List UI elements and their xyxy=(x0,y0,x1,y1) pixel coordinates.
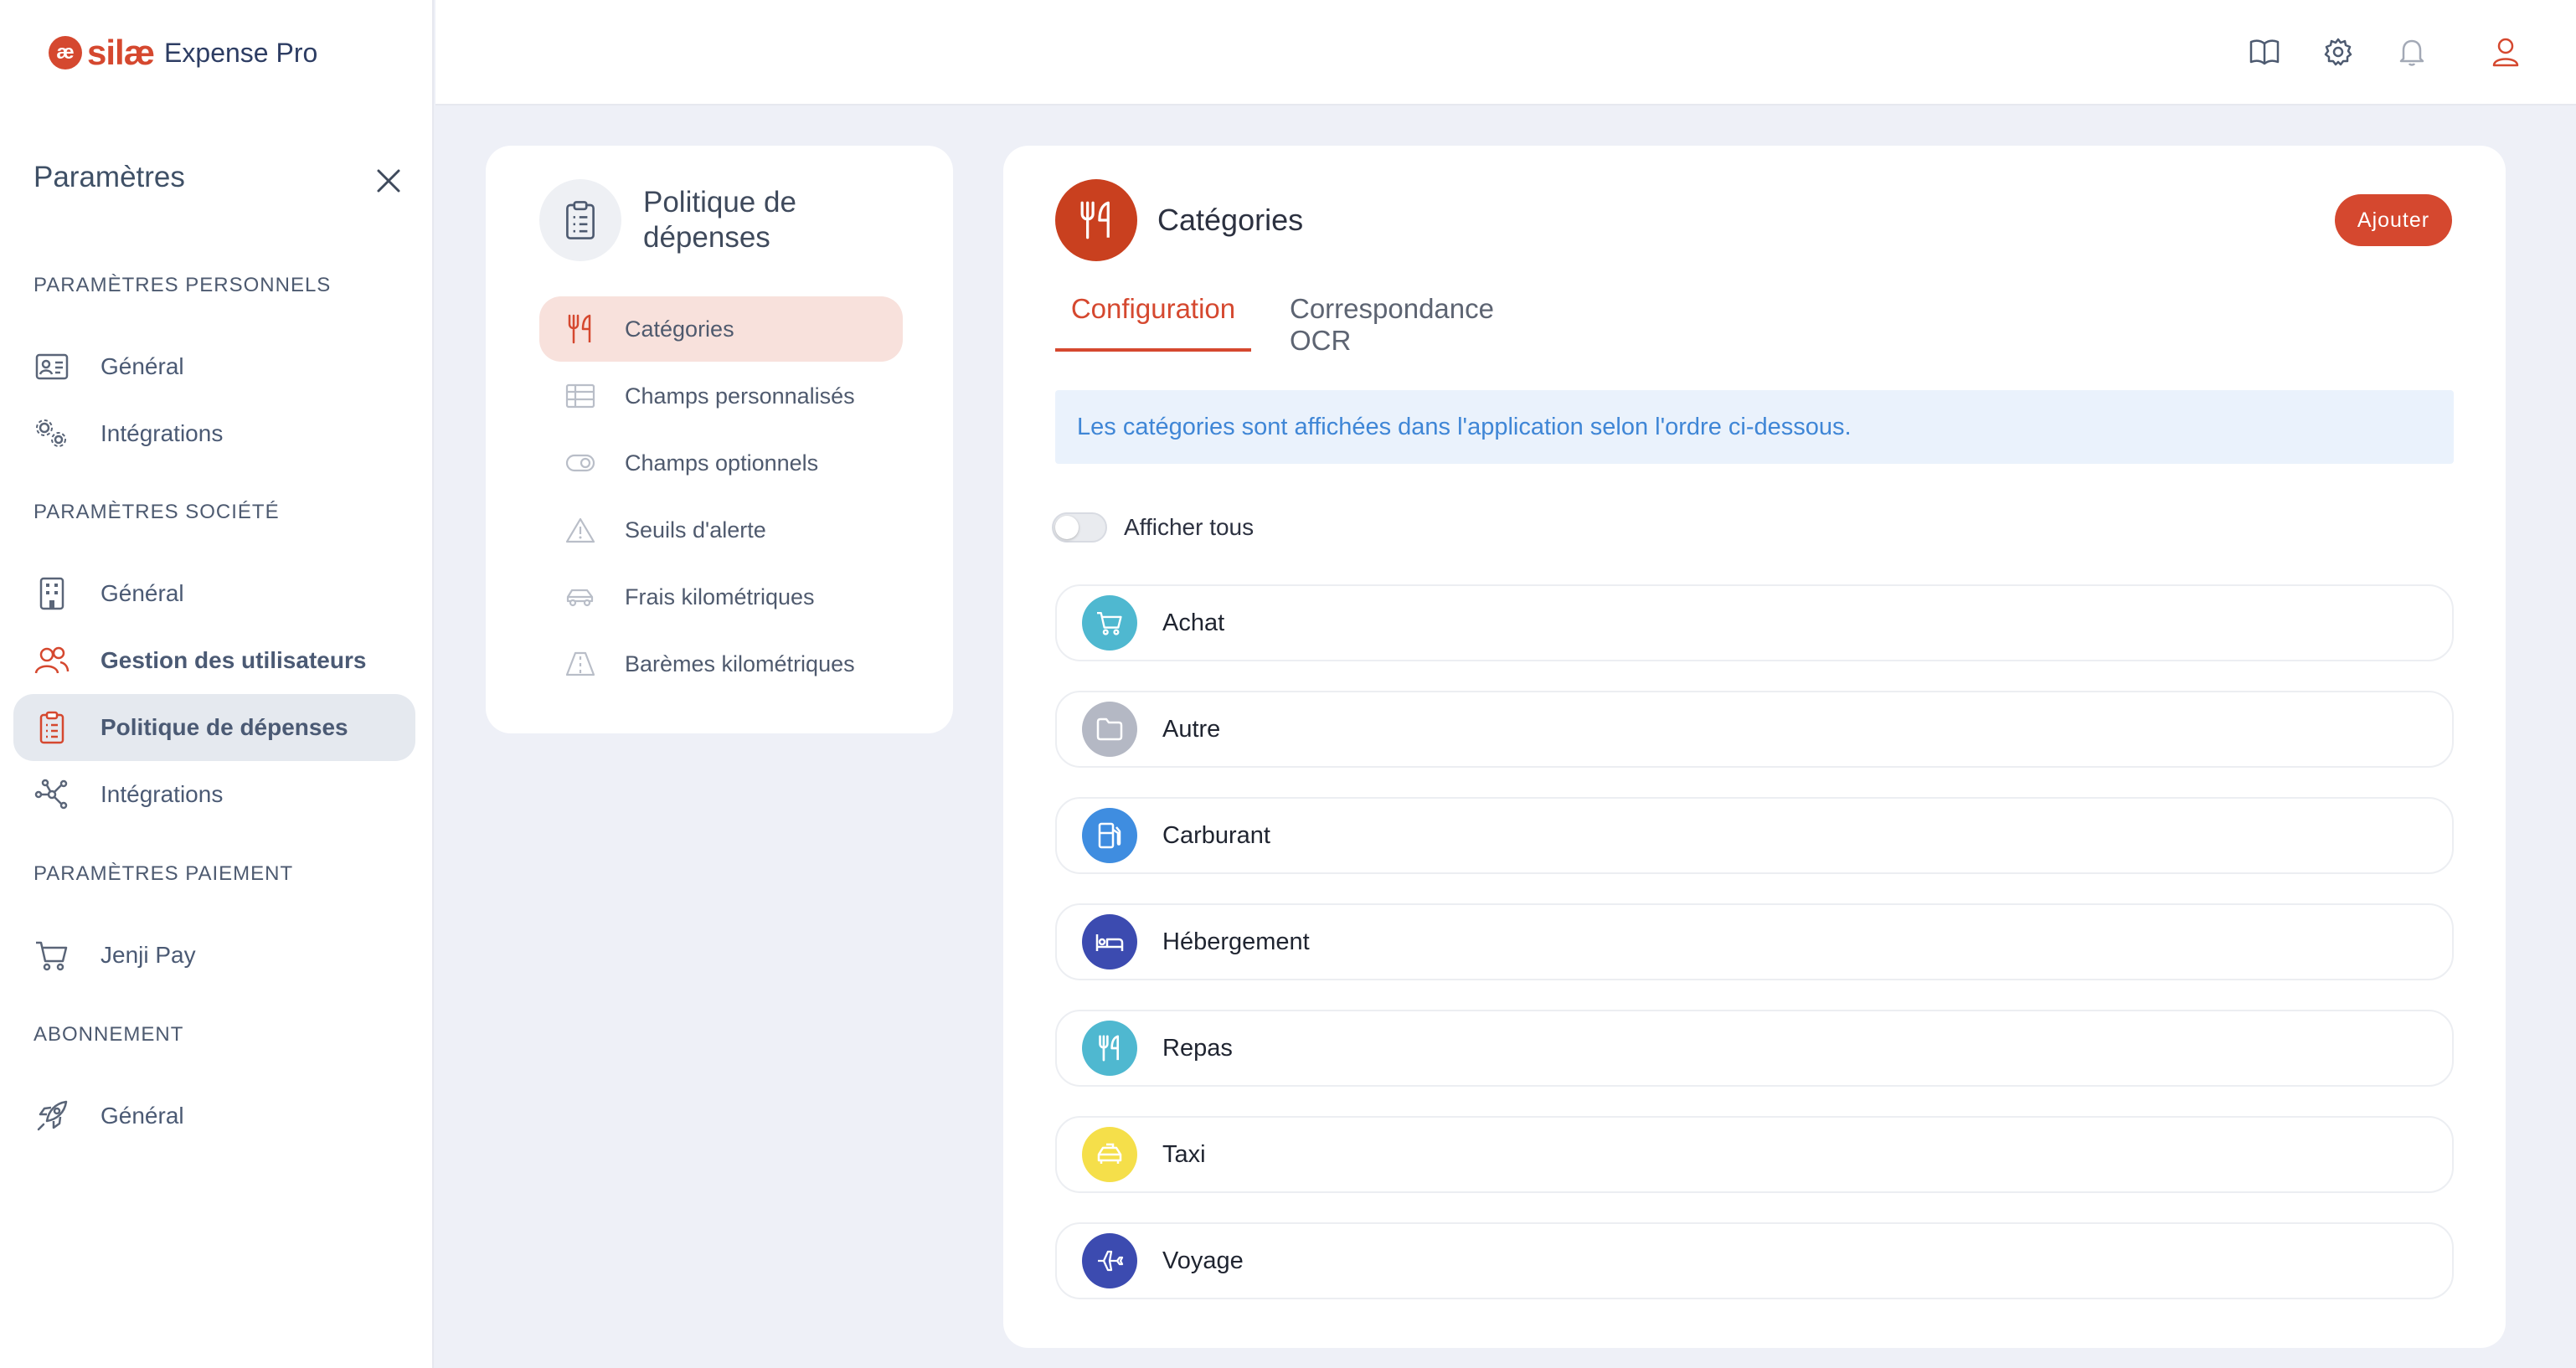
top-bar xyxy=(435,0,2576,105)
logo-mark: æ xyxy=(49,36,82,69)
policy-item-label: Catégories xyxy=(625,316,734,342)
fork-knife-icon xyxy=(1055,179,1137,261)
policy-item-label: Champs optionnels xyxy=(625,450,819,476)
sidebar-item-label: Gestion des utilisateurs xyxy=(100,647,367,673)
category-row-taxi[interactable]: Taxi xyxy=(1055,1116,2454,1193)
folder-icon xyxy=(1082,702,1137,757)
policy-item-mileage-scales[interactable]: Barèmes kilométriques xyxy=(539,631,903,697)
section-subscription: ABONNEMENT xyxy=(33,1023,184,1046)
plane-icon xyxy=(1082,1233,1137,1288)
fork-knife-icon xyxy=(1082,1021,1137,1076)
car-icon xyxy=(564,581,596,613)
policy-header: Politique de dépenses xyxy=(539,179,844,261)
sidebar-item-label: Intégrations xyxy=(100,420,224,446)
sidebar-item-label: Général xyxy=(100,580,184,606)
gear-icon[interactable] xyxy=(2320,33,2357,70)
policy-item-custom-fields[interactable]: Champs personnalisés xyxy=(539,363,903,429)
sidebar-item-personal-general[interactable]: Général xyxy=(13,333,415,400)
page-title: Catégories xyxy=(1157,203,1304,237)
category-row-repas[interactable]: Repas xyxy=(1055,1010,2454,1087)
section-personal-settings: PARAMÈTRES PERSONNELS xyxy=(33,274,332,296)
policy-item-categories[interactable]: Catégories xyxy=(539,296,903,362)
sidebar-item-user-management[interactable]: Gestion des utilisateurs xyxy=(13,627,415,694)
category-row-achat[interactable]: Achat xyxy=(1055,584,2454,661)
gears-icon xyxy=(33,415,70,452)
expense-policy-card: Politique de dépenses Catégories Champs … xyxy=(486,146,953,733)
category-label: Autre xyxy=(1162,715,1221,743)
show-all-label: Afficher tous xyxy=(1124,514,1255,540)
policy-item-label: Champs personnalisés xyxy=(625,383,855,409)
logo-product: Expense Pro xyxy=(164,37,318,68)
category-label: Repas xyxy=(1162,1034,1233,1062)
section-company-settings: PARAMÈTRES SOCIÉTÉ xyxy=(33,501,280,523)
category-label: Achat xyxy=(1162,609,1225,636)
sidebar-item-label: Politique de dépenses xyxy=(100,714,348,740)
cart-icon xyxy=(1082,595,1137,651)
categories-card: Catégories Ajouter Configuration Corresp… xyxy=(1003,146,2506,1348)
road-icon xyxy=(564,648,596,680)
policy-item-alert-thresholds[interactable]: Seuils d'alerte xyxy=(539,497,903,563)
settings-sidebar: æ silæ Expense Pro Paramètres PARAMÈTRES… xyxy=(0,0,434,1368)
add-button[interactable]: Ajouter xyxy=(2335,194,2452,246)
category-row-voyage[interactable]: Voyage xyxy=(1055,1222,2454,1299)
warning-icon xyxy=(564,514,596,546)
rocket-icon xyxy=(33,1098,70,1134)
section-payment-settings: PARAMÈTRES PAIEMENT xyxy=(33,862,294,885)
sidebar-item-jenji-pay[interactable]: Jenji Pay xyxy=(13,922,415,989)
user-icon[interactable] xyxy=(2487,33,2524,70)
category-row-autre[interactable]: Autre xyxy=(1055,691,2454,768)
category-label: Voyage xyxy=(1162,1247,1244,1274)
fork-knife-icon xyxy=(564,313,596,345)
show-all-toggle[interactable] xyxy=(1052,512,1107,543)
category-label: Hébergement xyxy=(1162,928,1310,955)
cart-icon xyxy=(33,937,70,974)
category-row-hebergement[interactable]: Hébergement xyxy=(1055,903,2454,980)
category-label: Carburant xyxy=(1162,821,1270,849)
close-icon[interactable] xyxy=(372,164,405,198)
table-icon xyxy=(564,380,596,412)
sidebar-item-company-general[interactable]: Général xyxy=(13,560,415,627)
toggle-icon xyxy=(564,447,596,479)
sidebar-title: Paramètres xyxy=(33,161,185,193)
building-icon xyxy=(33,575,70,612)
policy-item-label: Seuils d'alerte xyxy=(625,517,766,543)
policy-item-label: Frais kilométriques xyxy=(625,584,815,609)
fuel-icon xyxy=(1082,808,1137,863)
toggle-knob xyxy=(1055,516,1079,539)
taxi-icon xyxy=(1082,1127,1137,1182)
sidebar-item-personal-integrations[interactable]: Intégrations xyxy=(13,400,415,467)
id-card-icon xyxy=(33,348,70,385)
bell-icon[interactable] xyxy=(2393,33,2430,70)
policy-title: Politique de dépenses xyxy=(643,186,796,254)
category-row-carburant[interactable]: Carburant xyxy=(1055,797,2454,874)
category-label: Taxi xyxy=(1162,1140,1206,1168)
sidebar-item-company-integrations[interactable]: Intégrations xyxy=(13,761,415,828)
tab-ocr-mapping[interactable]: Correspondance OCR xyxy=(1290,293,1553,356)
policy-item-optional-fields[interactable]: Champs optionnels xyxy=(539,430,903,496)
policy-item-mileage-expenses[interactable]: Frais kilométriques xyxy=(539,564,903,630)
app-logo[interactable]: æ silæ Expense Pro xyxy=(49,32,317,74)
show-all-row: Afficher tous xyxy=(1052,512,1254,543)
bed-icon xyxy=(1082,914,1137,969)
sidebar-item-label: Jenji Pay xyxy=(100,942,196,968)
logo-brand: silæ xyxy=(87,33,155,72)
sidebar-item-label: Général xyxy=(100,353,184,379)
network-icon xyxy=(33,776,70,813)
clipboard-icon xyxy=(539,179,621,261)
sidebar-item-label: Intégrations xyxy=(100,781,224,807)
info-banner: Les catégories sont affichées dans l'app… xyxy=(1055,390,2454,464)
sidebar-item-expense-policy[interactable]: Politique de dépenses xyxy=(13,694,415,761)
tab-configuration[interactable]: Configuration xyxy=(1055,293,1251,352)
users-icon xyxy=(33,642,70,679)
policy-item-label: Barèmes kilométriques xyxy=(625,651,855,676)
clipboard-icon xyxy=(33,709,70,746)
book-icon[interactable] xyxy=(2246,33,2283,70)
sidebar-item-subscription-general[interactable]: Général xyxy=(13,1083,415,1149)
sidebar-item-label: Général xyxy=(100,1103,184,1129)
